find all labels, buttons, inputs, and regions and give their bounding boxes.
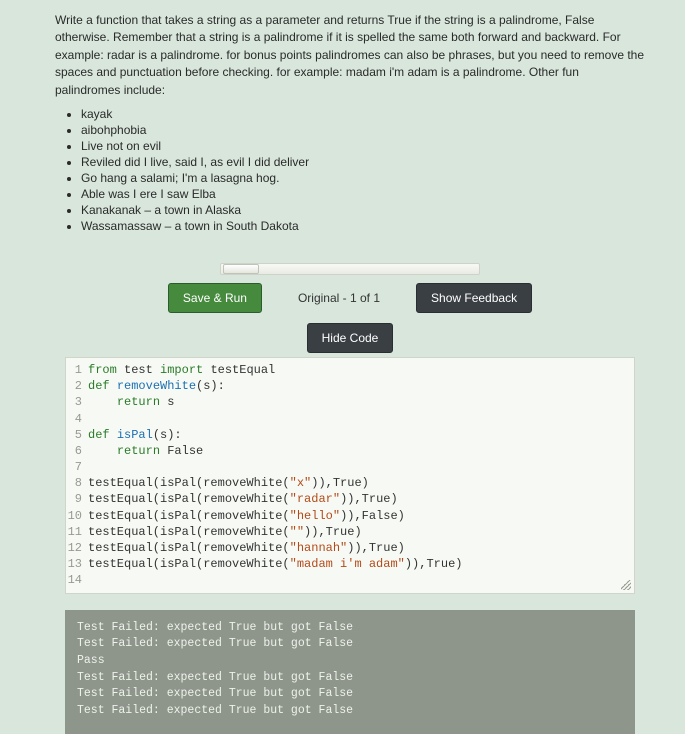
code-line[interactable]: 9testEqual(isPal(removeWhite("radar")),T… <box>66 491 634 507</box>
line-number: 3 <box>66 394 88 410</box>
code-line[interactable]: 7 <box>66 459 634 475</box>
example-item: Go hang a salami; I'm a lasagna hog. <box>81 171 645 185</box>
history-pager[interactable]: Original - 1 of 1 <box>290 284 388 312</box>
line-number: 5 <box>66 427 88 443</box>
example-item: Live not on evil <box>81 139 645 153</box>
code-line[interactable]: 6 return False <box>66 443 634 459</box>
line-number: 13 <box>66 556 88 572</box>
code-line[interactable]: 8testEqual(isPal(removeWhite("x")),True) <box>66 475 634 491</box>
example-list: kayak aibohphobia Live not on evil Reviled … <box>67 107 645 233</box>
code-line[interactable]: 13testEqual(isPal(removeWhite("madam i'm… <box>66 556 634 572</box>
test-output: Test Failed: expected True but got False… <box>65 610 635 734</box>
example-item: aibohphobia <box>81 123 645 137</box>
code-line[interactable]: 12testEqual(isPal(removeWhite("hannah"))… <box>66 540 634 556</box>
output-line: Test Failed: expected True but got False <box>77 670 623 687</box>
code-line[interactable]: 1from test import testEqual <box>66 362 634 378</box>
code-content[interactable]: testEqual(isPal(removeWhite("")),True) <box>88 524 362 540</box>
save-run-button[interactable]: Save & Run <box>168 283 262 313</box>
output-line: Test Failed: expected True but got False <box>77 686 623 703</box>
code-content[interactable]: def removeWhite(s): <box>88 378 225 394</box>
resize-handle[interactable] <box>621 580 631 590</box>
line-number: 1 <box>66 362 88 378</box>
line-number: 2 <box>66 378 88 394</box>
example-item: kayak <box>81 107 645 121</box>
line-number: 14 <box>66 572 88 588</box>
output-line: Pass <box>77 653 623 670</box>
code-editor[interactable]: 1from test import testEqual2def removeWh… <box>65 357 635 594</box>
code-content[interactable]: testEqual(isPal(removeWhite("hannah")),T… <box>88 540 405 556</box>
hide-code-button[interactable]: Hide Code <box>307 323 394 353</box>
code-line[interactable]: 4 <box>66 411 634 427</box>
line-number: 6 <box>66 443 88 459</box>
toolbar: Save & Run Original - 1 of 1 Show Feedba… <box>55 283 645 313</box>
line-number: 12 <box>66 540 88 556</box>
question-prompt: Write a function that takes a string as … <box>55 12 645 99</box>
code-line[interactable]: 3 return s <box>66 394 634 410</box>
line-number: 9 <box>66 491 88 507</box>
line-number: 11 <box>66 524 88 540</box>
line-number: 7 <box>66 459 88 475</box>
code-content[interactable]: return False <box>88 443 203 459</box>
example-item: Reviled did I live, said I, as evil I di… <box>81 155 645 169</box>
code-content[interactable]: from test import testEqual <box>88 362 275 378</box>
code-content[interactable]: return s <box>88 394 174 410</box>
line-number: 4 <box>66 411 88 427</box>
code-line[interactable]: 14 <box>66 572 634 588</box>
example-item: Wassamassaw – a town in South Dakota <box>81 219 645 233</box>
output-line: Test Failed: expected True but got False <box>77 620 623 637</box>
example-item: Kanakanak – a town in Alaska <box>81 203 645 217</box>
code-content[interactable]: testEqual(isPal(removeWhite("hello")),Fa… <box>88 508 405 524</box>
horizontal-scrollbar[interactable] <box>55 263 645 275</box>
code-content[interactable]: testEqual(isPal(removeWhite("x")),True) <box>88 475 369 491</box>
code-line[interactable]: 5def isPal(s): <box>66 427 634 443</box>
code-content[interactable]: testEqual(isPal(removeWhite("radar")),Tr… <box>88 491 398 507</box>
line-number: 8 <box>66 475 88 491</box>
code-line[interactable]: 10testEqual(isPal(removeWhite("hello")),… <box>66 508 634 524</box>
line-number: 10 <box>66 508 88 524</box>
code-line[interactable]: 11testEqual(isPal(removeWhite("")),True) <box>66 524 634 540</box>
code-content[interactable]: def isPal(s): <box>88 427 182 443</box>
output-line: Test Failed: expected True but got False <box>77 703 623 720</box>
example-item: Able was I ere I saw Elba <box>81 187 645 201</box>
show-feedback-button[interactable]: Show Feedback <box>416 283 532 313</box>
output-line: Test Failed: expected True but got False <box>77 636 623 653</box>
code-line[interactable]: 2def removeWhite(s): <box>66 378 634 394</box>
code-content[interactable]: testEqual(isPal(removeWhite("madam i'm a… <box>88 556 462 572</box>
